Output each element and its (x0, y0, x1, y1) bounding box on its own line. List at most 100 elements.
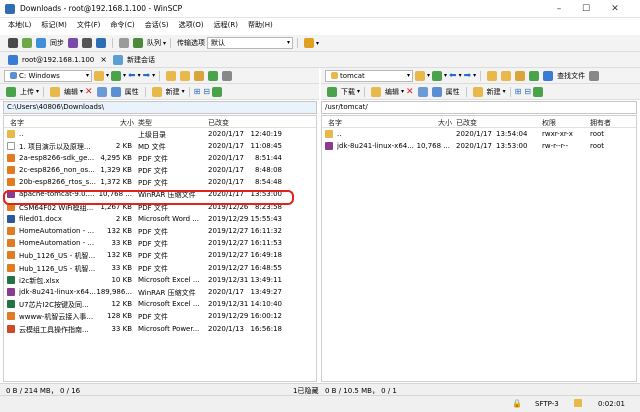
col-rights[interactable]: 权限 (542, 118, 556, 128)
home-directory-icon[interactable] (515, 70, 526, 81)
col-changed[interactable]: 已改变 (208, 118, 229, 128)
right-dir-select[interactable]: tomcat ▾ (325, 69, 413, 82)
chevron-down-icon[interactable]: ▾ (503, 88, 506, 95)
preferences-icon[interactable] (119, 38, 129, 48)
back-icon[interactable]: ⬅ (449, 71, 457, 81)
menu-local[interactable]: 本地(L) (8, 18, 31, 33)
properties-label[interactable]: 属性 (446, 87, 460, 97)
table-row[interactable]: 1. 项目演示以及原理... 2 KB MD 文件 2020/1/17 11:08:45 (4, 140, 316, 152)
queue-chevron-down-icon[interactable]: ▾ (163, 40, 166, 47)
refresh-icon[interactable] (529, 70, 540, 81)
back-icon[interactable]: ⬅ (128, 71, 136, 81)
download-label[interactable]: 下载 (341, 87, 355, 97)
col-owner[interactable]: 拥有者 (590, 118, 611, 128)
compare-icon[interactable] (22, 38, 32, 48)
right-path-bar[interactable]: /usr/tomcat/ (321, 101, 637, 114)
chevron-down-icon[interactable]: ▾ (401, 88, 404, 95)
delete-icon[interactable]: ✕ (406, 87, 414, 97)
close-button[interactable]: ✕ (604, 2, 626, 16)
forward-icon[interactable]: ➡ (143, 71, 151, 81)
upload-label[interactable]: 上传 (20, 87, 34, 97)
table-row[interactable]: jdk-8u241-linux-x64... 189,986... WinRAR 压… (4, 286, 316, 298)
transfer-settings-select[interactable]: 默认 ▾ (207, 37, 294, 49)
close-session-icon[interactable]: × (100, 55, 107, 64)
properties-icon[interactable] (431, 86, 442, 97)
table-row[interactable]: 2c-esp8266_non_os... 1,329 KB PDF 文件 2020/1… (4, 165, 316, 177)
root-directory-icon[interactable] (180, 70, 191, 81)
new-label[interactable]: 新建 (166, 87, 180, 97)
find-files-label[interactable]: 查找文件 (557, 71, 585, 81)
chevron-down-icon[interactable]: ▾ (123, 72, 126, 79)
tree-icon[interactable] (589, 70, 600, 81)
select-plus-icon[interactable]: ⊞ (194, 87, 201, 96)
menu-help[interactable]: 帮助(H) (248, 18, 273, 33)
rename-icon[interactable] (96, 86, 107, 97)
tree-icon[interactable] (222, 70, 233, 81)
new-session-label[interactable]: 新建会话 (127, 55, 155, 65)
chevron-down-icon[interactable]: ▾ (459, 72, 462, 79)
col-name[interactable]: 名字 (328, 118, 342, 128)
new-icon[interactable] (151, 86, 162, 97)
chevron-down-icon[interactable]: ▾ (138, 72, 141, 79)
table-row[interactable]: 20b-esp8266_rtos_s... 1,372 KB PDF 文件 2020/… (4, 177, 316, 189)
edit-label[interactable]: 编辑 (385, 87, 399, 97)
local-view-icon[interactable] (8, 38, 18, 48)
chevron-down-icon[interactable]: ▾ (444, 72, 447, 79)
filter-icon[interactable] (111, 70, 122, 81)
table-row[interactable]: filed01.docx 2 KB Microsoft Word ... 2019/1… (4, 213, 316, 225)
properties-icon[interactable] (110, 86, 121, 97)
col-size[interactable]: 大小 (438, 118, 452, 128)
menu-commands[interactable]: 命令(C) (110, 18, 134, 33)
rename-icon[interactable] (417, 86, 428, 97)
chevron-down-icon[interactable]: ▾ (473, 72, 476, 79)
maximize-button[interactable]: ☐ (575, 2, 597, 16)
new-label[interactable]: 新建 (487, 87, 501, 97)
sync-icon[interactable] (36, 38, 46, 48)
table-row[interactable]: wwww-机智云接入事... 128 KB PDF 文件 2019/12/29 16:0… (4, 311, 316, 323)
table-row[interactable]: .. 上级目录 2020/1/17 12:40:19 (4, 128, 316, 140)
sync-browse-icon[interactable] (68, 38, 78, 48)
queue-icon[interactable] (133, 38, 143, 48)
menu-mark[interactable]: 标记(M) (41, 18, 67, 33)
edit-icon[interactable] (50, 86, 61, 97)
table-row[interactable]: i2c新包.xlsx 10 KB Microsoft Excel ... 2019/1… (4, 274, 316, 286)
invert-selection-icon[interactable] (212, 86, 222, 97)
table-row[interactable]: HomeAutomation - ... 132 KB PDF 文件 2019/12/… (4, 226, 316, 238)
sync-label[interactable]: 同步 (50, 38, 64, 48)
left-path-bar[interactable]: C:\Users\40806\Downloads\ (3, 101, 317, 114)
chevron-down-icon[interactable]: ▾ (152, 72, 155, 79)
properties-label[interactable]: 属性 (125, 87, 139, 97)
table-row[interactable]: HomeAutomation - ... 33 KB PDF 文件 2019/12/2… (4, 238, 316, 250)
chevron-down-icon[interactable]: ▾ (182, 88, 185, 95)
download-icon[interactable] (327, 86, 337, 97)
table-row[interactable]: .. 2020/1/17 13:54:04 rwxr-xr-x root (322, 128, 636, 140)
menu-remote[interactable]: 远程(R) (214, 18, 238, 33)
session-tab-label[interactable]: root@192.168.1.100 (22, 56, 94, 64)
select-plus-icon[interactable]: ⊞ (515, 87, 522, 96)
table-row[interactable]: jdk-8u241-linux-x64... 10,768 ... 2020/1/1… (322, 140, 636, 152)
select-minus-icon[interactable]: ⊟ (203, 87, 210, 96)
open-directory-icon[interactable] (94, 70, 104, 81)
chevron-down-icon[interactable]: ▾ (106, 72, 109, 79)
putty-icon[interactable] (96, 38, 106, 48)
table-row[interactable]: 2a-esp8266-sdk_ge... 4,295 KB PDF 文件 2020/1… (4, 152, 316, 164)
parent-directory-icon[interactable] (166, 70, 177, 81)
col-size[interactable]: 大小 (120, 118, 134, 128)
upload-icon[interactable] (6, 86, 16, 97)
chevron-down-icon[interactable]: ▾ (36, 88, 39, 95)
new-session-icon[interactable] (112, 54, 123, 65)
edit-label[interactable]: 编辑 (64, 87, 78, 97)
table-row[interactable]: Hub_1126_US - 机智... 132 KB PDF 文件 2019/12/2… (4, 250, 316, 262)
root-directory-icon[interactable] (501, 70, 512, 81)
chevron-down-icon[interactable]: ▾ (427, 72, 430, 79)
left-drive-select[interactable]: C: Windows ▾ (4, 69, 92, 82)
transfer-profile-icon[interactable] (304, 38, 315, 48)
chevron-down-icon[interactable]: ▾ (357, 88, 360, 95)
col-name[interactable]: 名字 (10, 118, 24, 128)
new-icon[interactable] (472, 86, 483, 97)
invert-selection-icon[interactable] (533, 86, 543, 97)
filter-icon[interactable] (432, 70, 443, 81)
console-icon[interactable] (82, 38, 92, 48)
menu-file[interactable]: 文件(F) (77, 18, 101, 33)
chevron-down-icon[interactable]: ▾ (316, 40, 319, 47)
